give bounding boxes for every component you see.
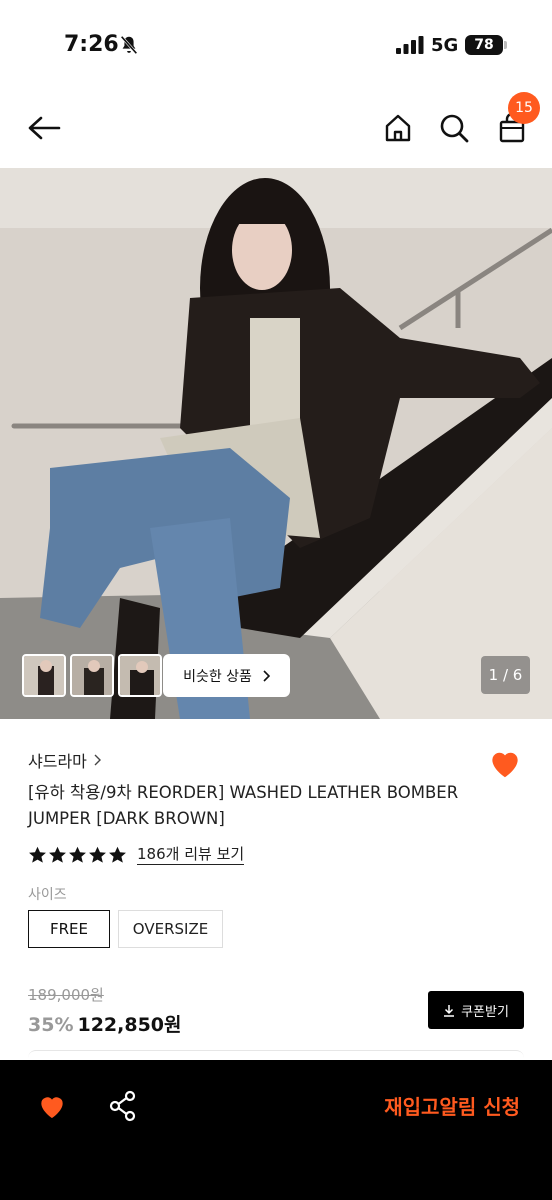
status-time: 7:26 [64, 32, 119, 57]
home-button[interactable] [378, 108, 418, 148]
heart-icon [41, 1097, 63, 1118]
rating-stars [28, 846, 127, 864]
signal-icon [396, 36, 424, 54]
product-title: [유하 착용/9차 REORDER] WASHED LEATHER BOMBER… [28, 783, 459, 828]
image-page-counter: 1 / 6 [481, 656, 530, 694]
star-icon [89, 846, 106, 863]
back-arrow-icon [28, 116, 61, 140]
star-icon [29, 846, 46, 863]
bell-slash-icon [120, 35, 138, 55]
restock-alert-button[interactable]: 재입고알림 신청 [320, 1088, 520, 1126]
wishlist-button[interactable] [486, 744, 524, 782]
coupon-button[interactable]: 쿠폰받기 [428, 991, 524, 1029]
network-type: 5G [431, 35, 459, 56]
search-button[interactable] [434, 108, 474, 148]
sale-price: 122,850원 [77, 1014, 182, 1036]
battery-indicator: 78 [465, 35, 503, 55]
thumbnail-1[interactable] [22, 654, 66, 697]
thumbnail-strip [22, 654, 162, 697]
share-icon [109, 1090, 136, 1122]
chevron-right-icon [263, 669, 270, 682]
heart-icon [492, 752, 518, 778]
product-image-gallery[interactable]: 비슷한 상품 1 / 6 [0, 168, 552, 719]
back-button[interactable] [24, 108, 64, 148]
rating-row: 186개 리뷰 보기 [28, 844, 245, 865]
star-icon [69, 846, 86, 863]
similar-products-label: 비슷한 상품 [183, 668, 252, 685]
section-divider [28, 1050, 524, 1060]
product-photo [0, 168, 552, 719]
discount-rate: 35% [28, 1014, 74, 1036]
share-button[interactable] [108, 1090, 138, 1122]
price-row: 35% 122,850원 [28, 1010, 182, 1037]
brand-name: 샤드라마 [28, 752, 87, 771]
cart-count-badge: 15 [508, 92, 540, 124]
review-link[interactable]: 186개 리뷰 보기 [137, 844, 245, 865]
thumbnail-2[interactable] [70, 654, 114, 697]
home-icon [385, 114, 411, 142]
nav-bar [0, 88, 552, 168]
original-price: 189,000원 [28, 986, 104, 1004]
battery-tip [504, 41, 507, 49]
bottom-wishlist-button[interactable] [36, 1090, 68, 1122]
coupon-label: 쿠폰받기 [461, 1004, 509, 1020]
star-icon [109, 846, 126, 863]
similar-products-button[interactable]: 비슷한 상품 [163, 654, 290, 697]
brand-link[interactable]: 샤드라마 [28, 748, 101, 772]
size-option-oversize[interactable]: OVERSIZE [118, 910, 223, 948]
size-option-free[interactable]: FREE [28, 910, 110, 948]
star-icon [49, 846, 66, 863]
size-label: 사이즈 [28, 887, 67, 903]
status-bar: 7:26 5G 78 [0, 0, 552, 88]
bottom-action-bar: 재입고알림 신청 [0, 1060, 552, 1200]
chevron-right-icon [94, 754, 101, 766]
download-icon [444, 1004, 455, 1017]
search-icon [440, 114, 469, 143]
thumbnail-3[interactable] [118, 654, 162, 697]
